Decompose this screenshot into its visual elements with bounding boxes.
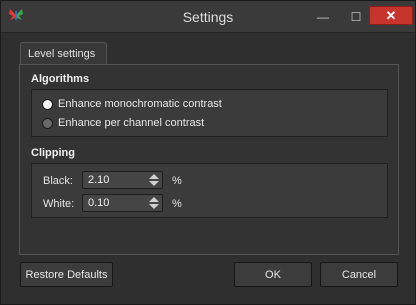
arrow-up-icon[interactable] [149, 174, 159, 179]
radio-label: Enhance monochromatic contrast [58, 98, 222, 110]
white-unit: % [172, 198, 182, 210]
black-spinbox[interactable]: 2.10 [82, 171, 163, 189]
ok-button[interactable]: OK [234, 262, 312, 287]
maximize-button[interactable]: ☐ [346, 7, 366, 27]
white-label: White: [43, 198, 75, 210]
settings-window: Settings — ☐ ✕ Level settings Algorithms… [0, 0, 416, 305]
tab-level-settings[interactable]: Level settings [20, 42, 107, 65]
algorithms-heading: Algorithms [31, 73, 90, 85]
arrow-down-icon[interactable] [149, 204, 159, 209]
title-bar[interactable]: Settings — ☐ ✕ [1, 1, 415, 33]
close-button[interactable]: ✕ [369, 6, 413, 25]
radio-option-per-channel[interactable]: Enhance per channel contrast [42, 117, 204, 129]
cancel-button[interactable]: Cancel [320, 262, 398, 287]
white-spinbox[interactable]: 0.10 [82, 194, 163, 212]
clipping-box: Black: 2.10 % White: 0.10 % [31, 163, 388, 218]
radio-unselected-icon[interactable] [42, 117, 53, 129]
level-settings-panel: Algorithms Enhance monochromatic contras… [19, 64, 399, 255]
radio-option-monochromatic[interactable]: Enhance monochromatic contrast [42, 98, 222, 110]
black-label: Black: [43, 175, 73, 187]
algorithms-box: Enhance monochromatic contrast Enhance p… [31, 89, 388, 137]
white-value[interactable]: 0.10 [88, 197, 109, 209]
black-unit: % [172, 175, 182, 187]
minimize-button[interactable]: — [313, 7, 333, 27]
spin-arrows-icon[interactable] [149, 174, 159, 187]
arrow-up-icon[interactable] [149, 197, 159, 202]
black-value[interactable]: 2.10 [88, 174, 109, 186]
spin-arrows-icon[interactable] [149, 197, 159, 210]
radio-selected-icon[interactable] [42, 98, 53, 110]
radio-label: Enhance per channel contrast [58, 117, 205, 129]
clipping-heading: Clipping [31, 147, 75, 159]
restore-defaults-button[interactable]: Restore Defaults [20, 262, 113, 287]
arrow-down-icon[interactable] [149, 181, 159, 186]
